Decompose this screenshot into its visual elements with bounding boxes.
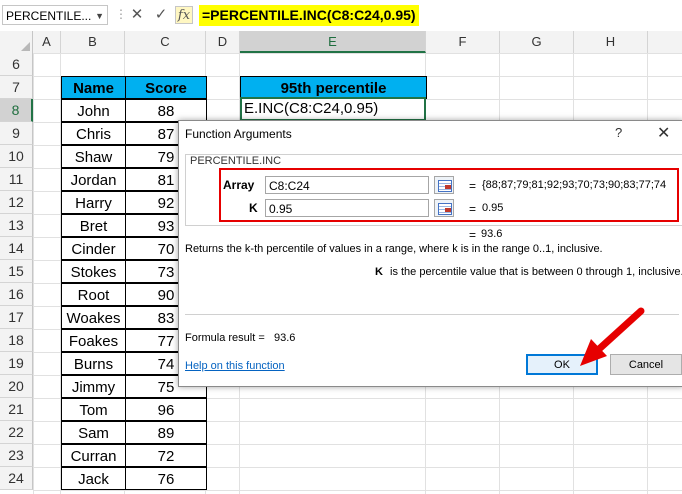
function-name: PERCENTILE.INC: [189, 155, 283, 167]
chevron-down-icon[interactable]: ▼: [95, 6, 104, 26]
help-icon[interactable]: ?: [615, 125, 622, 140]
arguments-highlight-box: [219, 168, 679, 222]
score-cell[interactable]: 96: [125, 398, 207, 421]
score-cell[interactable]: 89: [125, 421, 207, 444]
result-equals: =: [469, 228, 477, 242]
row-header-15[interactable]: 15: [0, 260, 33, 283]
ok-button[interactable]: OK: [526, 354, 598, 375]
name-cell[interactable]: Jordan: [61, 168, 126, 191]
name-box[interactable]: PERCENTILE... ▼: [2, 5, 108, 25]
name-header-cell[interactable]: Name: [61, 76, 126, 99]
dialog-title: Function Arguments: [185, 127, 292, 141]
formula-bar: PERCENTILE... ▼ ⋮ ✕ ✓ fx =PERCENTILE.INC…: [0, 0, 682, 32]
column-headers: ABCDEFGH: [0, 31, 682, 54]
row-header-18[interactable]: 18: [0, 329, 33, 352]
formula-bar-grip-icon: ⋮: [115, 7, 127, 21]
row-header-17[interactable]: 17: [0, 306, 33, 329]
name-cell[interactable]: Harry: [61, 191, 126, 214]
name-cell[interactable]: Cinder: [61, 237, 126, 260]
row-header-7[interactable]: 7: [0, 76, 33, 99]
name-cell[interactable]: Sam: [61, 421, 126, 444]
row-header-8[interactable]: 8: [0, 99, 33, 122]
formula-input[interactable]: =PERCENTILE.INC(C8:C24,0.95): [199, 5, 419, 26]
score-cell[interactable]: 76: [125, 467, 207, 490]
row-header-10[interactable]: 10: [0, 145, 33, 168]
cancel-entry-icon[interactable]: ✕: [128, 6, 146, 24]
name-cell[interactable]: Shaw: [61, 145, 126, 168]
row-header-11[interactable]: 11: [0, 168, 33, 191]
row-header-19[interactable]: 19: [0, 352, 33, 375]
insert-function-icon[interactable]: fx: [175, 6, 193, 24]
name-cell[interactable]: Root: [61, 283, 126, 306]
row-header-21[interactable]: 21: [0, 398, 33, 421]
name-cell[interactable]: Bret: [61, 214, 126, 237]
column-header-b[interactable]: B: [61, 31, 125, 53]
close-icon[interactable]: ✕: [657, 123, 670, 143]
percentile-header-cell[interactable]: 95th percentile: [240, 76, 427, 99]
column-header-d[interactable]: D: [206, 31, 240, 53]
row-header-14[interactable]: 14: [0, 237, 33, 260]
argument-description: is the percentile value that is between …: [390, 266, 682, 278]
function-result-preview: 93.6: [481, 228, 503, 240]
name-cell[interactable]: Burns: [61, 352, 126, 375]
column-header-h[interactable]: H: [574, 31, 648, 53]
argument-description-name: K: [375, 266, 383, 278]
function-arguments-dialog: Function Arguments ? ✕ PERCENTILE.INC Ar…: [178, 120, 682, 387]
score-header-cell[interactable]: Score: [125, 76, 207, 99]
cancel-button[interactable]: Cancel: [610, 354, 682, 375]
column-header-f[interactable]: F: [426, 31, 500, 53]
name-cell[interactable]: Jack: [61, 467, 126, 490]
row-header-13[interactable]: 13: [0, 214, 33, 237]
enter-entry-icon[interactable]: ✓: [152, 6, 170, 24]
name-box-text: PERCENTILE...: [6, 9, 92, 23]
name-cell[interactable]: Tom: [61, 398, 126, 421]
column-header-g[interactable]: G: [500, 31, 574, 53]
divider: [185, 314, 679, 315]
name-cell[interactable]: Stokes: [61, 260, 126, 283]
name-cell[interactable]: John: [61, 99, 126, 122]
row-header-9[interactable]: 9: [0, 122, 33, 145]
row-header-23[interactable]: 23: [0, 444, 33, 467]
name-cell[interactable]: Curran: [61, 444, 126, 467]
formula-result-label: Formula result =: [185, 332, 265, 344]
name-cell[interactable]: Chris: [61, 122, 126, 145]
column-header-e[interactable]: E: [240, 31, 426, 53]
active-cell-e8[interactable]: E.INC(C8:C24,0.95): [240, 97, 426, 121]
function-description: Returns the k-th percentile of values in…: [185, 243, 603, 255]
formula-result-value: 93.6: [274, 332, 296, 344]
score-cell[interactable]: 88: [125, 99, 207, 122]
score-cell[interactable]: 72: [125, 444, 207, 467]
row-header-6[interactable]: 6: [0, 53, 33, 76]
name-cell[interactable]: Woakes: [61, 306, 126, 329]
column-header-c[interactable]: C: [125, 31, 206, 53]
row-header-22[interactable]: 22: [0, 421, 33, 444]
select-all-corner[interactable]: [0, 31, 33, 53]
row-header-16[interactable]: 16: [0, 283, 33, 306]
name-cell[interactable]: Jimmy: [61, 375, 126, 398]
row-header-12[interactable]: 12: [0, 191, 33, 214]
row-header-20[interactable]: 20: [0, 375, 33, 398]
help-on-function-link[interactable]: Help on this function: [185, 360, 285, 372]
row-header-24[interactable]: 24: [0, 467, 33, 490]
name-cell[interactable]: Foakes: [61, 329, 126, 352]
column-header-a[interactable]: A: [33, 31, 61, 53]
